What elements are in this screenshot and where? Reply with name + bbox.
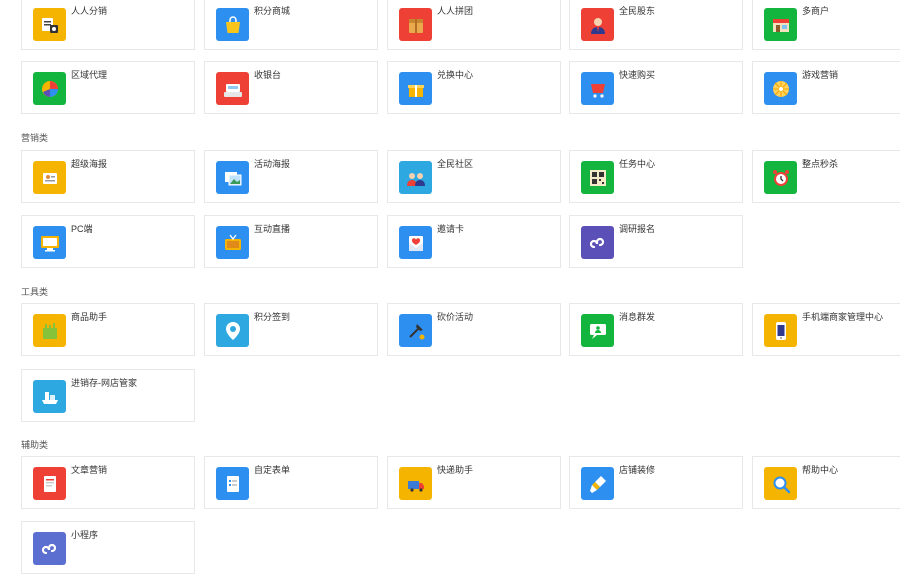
app-label: 小程序	[71, 530, 99, 540]
app-label: 区域代理	[71, 70, 108, 80]
express-truck-icon	[399, 467, 432, 500]
app-label: 邀请卡	[437, 224, 465, 234]
mini-program-icon	[581, 226, 614, 259]
app-card-message[interactable]: 消息群发	[569, 303, 743, 356]
app-card-community[interactable]: 全民社区	[387, 150, 561, 203]
goods-assistant-icon	[33, 314, 66, 347]
points-signin-pin-icon	[216, 314, 249, 347]
app-card-article[interactable]: 文章营销	[21, 456, 195, 509]
app-label: 商品助手	[71, 312, 108, 322]
app-label: 快速购买	[619, 70, 656, 80]
article-icon	[33, 467, 66, 500]
live-tv-icon	[216, 226, 249, 259]
app-label: 互动直播	[254, 224, 291, 234]
app-label: 全民股东	[619, 6, 656, 16]
app-card-quick-buy[interactable]: 快速购买	[569, 61, 743, 114]
game-wheel-icon	[764, 72, 797, 105]
app-label: 手机端商家管理中心	[802, 312, 884, 322]
mobile-phone-icon	[764, 314, 797, 347]
app-card-cashier[interactable]: 收银台	[204, 61, 378, 114]
app-label: 任务中心	[619, 159, 656, 169]
app-card-exchange-center[interactable]: 兑换中心	[387, 61, 561, 114]
app-label: 帮助中心	[802, 465, 839, 475]
alarm-clock-icon	[764, 161, 797, 194]
message-broadcast-icon	[581, 314, 614, 347]
shareholder-person-icon	[581, 8, 614, 41]
app-card-help-center[interactable]: 帮助中心	[752, 456, 900, 509]
super-poster-icon	[33, 161, 66, 194]
app-card-mini-program[interactable]: 小程序	[21, 521, 195, 574]
app-card-custom-form[interactable]: 自定表单	[204, 456, 378, 509]
section-title-tools: 工具类	[21, 287, 49, 297]
app-label: 文章营销	[71, 465, 108, 475]
app-card-pc[interactable]: PC端	[21, 215, 195, 268]
app-card-task-center[interactable]: 任务中心	[569, 150, 743, 203]
store-decoration-brush-icon	[581, 467, 614, 500]
app-label: 进销存-网店管家	[71, 378, 137, 388]
app-card-goods-assistant[interactable]: 商品助手	[21, 303, 195, 356]
community-icon	[399, 161, 432, 194]
task-qrcode-icon	[581, 161, 614, 194]
app-card-survey[interactable]: 调研报名	[569, 215, 743, 268]
app-card-bargain[interactable]: 砍价活动	[387, 303, 561, 356]
app-label: 游戏营销	[802, 70, 839, 80]
app-label: 消息群发	[619, 312, 656, 322]
activity-poster-icon	[216, 161, 249, 194]
app-label: 砍价活动	[437, 312, 474, 322]
app-label: 超级海报	[71, 159, 108, 169]
app-card-live[interactable]: 互动直播	[204, 215, 378, 268]
app-card-points-mall[interactable]: 积分商城	[204, 0, 378, 50]
multi-store-icon	[764, 8, 797, 41]
app-label: 人人拼团	[437, 6, 474, 16]
app-card-invite-card[interactable]: 邀请卡	[387, 215, 561, 268]
app-card-group-buy[interactable]: 人人拼团	[387, 0, 561, 50]
app-label: 全民社区	[437, 159, 474, 169]
app-card-shareholder[interactable]: 全民股东	[569, 0, 743, 50]
mini-program-icon	[33, 532, 66, 565]
app-label: 活动海报	[254, 159, 291, 169]
app-label: 快递助手	[437, 465, 474, 475]
app-card-activity-poster[interactable]: 活动海报	[204, 150, 378, 203]
bargain-axe-icon	[399, 314, 432, 347]
app-label: 多商户	[802, 6, 830, 16]
app-label: PC端	[71, 224, 93, 234]
app-card-express[interactable]: 快递助手	[387, 456, 561, 509]
app-label: 调研报名	[619, 224, 656, 234]
invite-card-icon	[399, 226, 432, 259]
app-label: 自定表单	[254, 465, 291, 475]
region-agent-pie-icon	[33, 72, 66, 105]
app-label: 收银台	[254, 70, 282, 80]
custom-form-icon	[216, 467, 249, 500]
app-label: 积分商城	[254, 6, 291, 16]
app-label: 店铺装修	[619, 465, 656, 475]
app-card-distribution[interactable]: 人人分销	[21, 0, 195, 50]
cashier-icon	[216, 72, 249, 105]
quick-buy-cart-icon	[581, 72, 614, 105]
distribution-icon	[33, 8, 66, 41]
inventory-icon	[33, 380, 66, 413]
group-buy-box-icon	[399, 8, 432, 41]
app-label: 整点秒杀	[802, 159, 839, 169]
section-title-marketing: 营销类	[21, 133, 49, 143]
app-card-store-decoration[interactable]: 店铺装修	[569, 456, 743, 509]
shopping-bag-icon	[216, 8, 249, 41]
app-label: 人人分销	[71, 6, 108, 16]
app-label: 兑换中心	[437, 70, 474, 80]
app-card-mobile-merchant[interactable]: 手机端商家管理中心	[752, 303, 900, 356]
app-label: 积分签到	[254, 312, 291, 322]
app-card-multi-store[interactable]: 多商户	[752, 0, 900, 50]
app-card-super-poster[interactable]: 超级海报	[21, 150, 195, 203]
help-search-icon	[764, 467, 797, 500]
section-title-assist: 辅助类	[21, 440, 49, 450]
app-card-game-marketing[interactable]: 游戏营销	[752, 61, 900, 114]
app-card-region-agent[interactable]: 区域代理	[21, 61, 195, 114]
app-card-flash-sale[interactable]: 整点秒杀	[752, 150, 900, 203]
app-card-inventory[interactable]: 进销存-网店管家	[21, 369, 195, 422]
desktop-monitor-icon	[33, 226, 66, 259]
gift-icon	[399, 72, 432, 105]
app-card-points-signin[interactable]: 积分签到	[204, 303, 378, 356]
